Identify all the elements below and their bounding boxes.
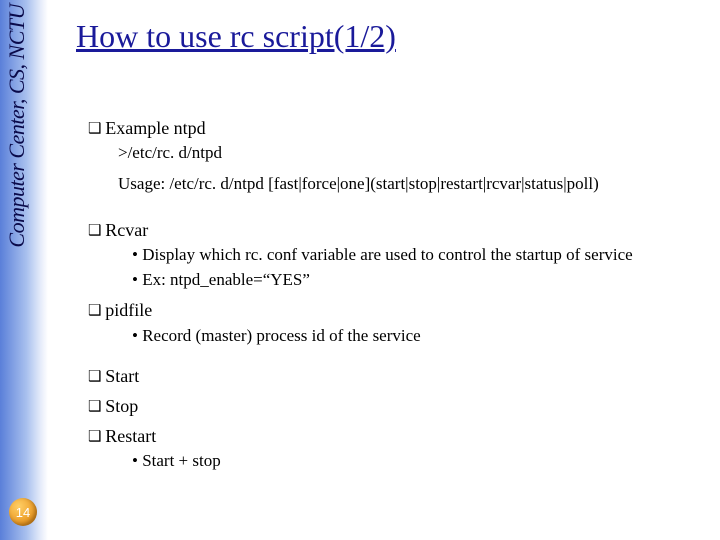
bullet-example: Example ntpd	[88, 116, 698, 140]
rcvar-sub-2: Ex: ntpd_enable=“YES”	[132, 269, 698, 292]
restart-sub-1: Start + stop	[132, 450, 698, 473]
slide-number-badge: 14	[9, 498, 37, 526]
code-line-1: >/etc/rc. d/ntpd	[118, 142, 698, 165]
bullet-stop: Stop	[88, 394, 698, 418]
bullet-pidfile: pidfile	[88, 298, 698, 322]
page-title: How to use rc script(1/2)	[76, 18, 396, 55]
rcvar-sub-1: Display which rc. conf variable are used…	[132, 244, 698, 267]
content-body: Example ntpd >/etc/rc. d/ntpd Usage: /et…	[88, 110, 698, 475]
code-line-2: Usage: /etc/rc. d/ntpd [fast|force|one](…	[118, 173, 698, 196]
bullet-start: Start	[88, 364, 698, 388]
bullet-restart: Restart	[88, 424, 698, 448]
pidfile-sub-1: Record (master) process id of the servic…	[132, 325, 698, 348]
bullet-rcvar: Rcvar	[88, 218, 698, 242]
org-label: Computer Center, CS, NCTU	[4, 4, 30, 248]
sidebar-gradient: Computer Center, CS, NCTU	[0, 0, 48, 540]
